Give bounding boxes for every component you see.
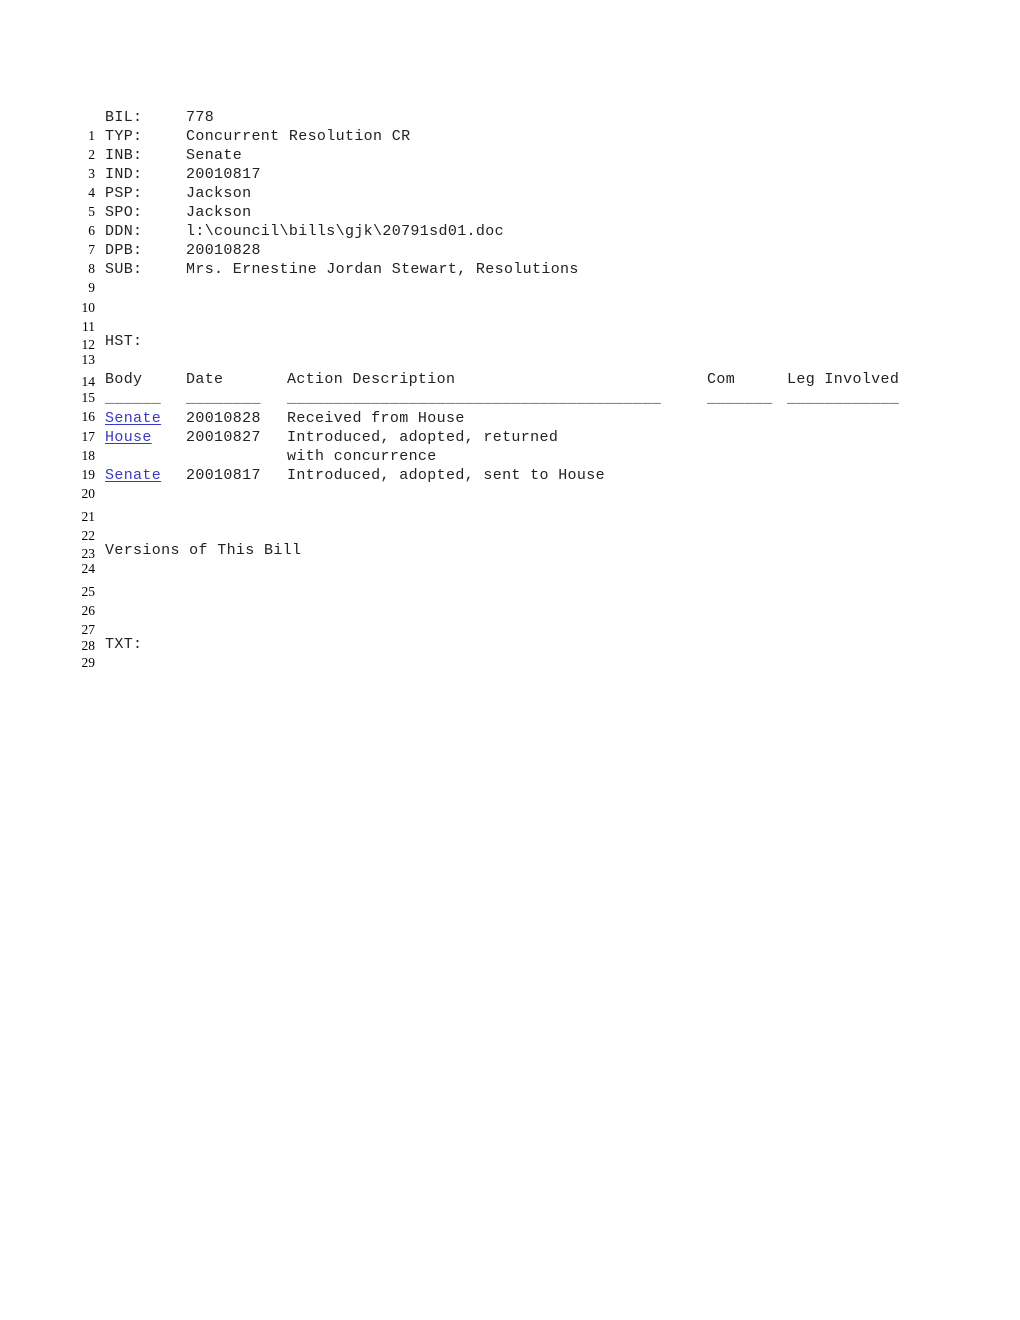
field-value-ind: 20010817 [186, 166, 261, 183]
field-label-ddn: DDN: [105, 223, 143, 240]
column-separator-com: _______ [707, 390, 773, 407]
cell-date: 20010827 [186, 429, 261, 446]
field-value-ddn: l:\council\bills\gjk\20791sd01.doc [186, 223, 504, 240]
cell-body[interactable]: House [105, 430, 152, 446]
cell-action: Introduced, adopted, returned [287, 429, 559, 446]
history-table-header-row: 15 Body Date Action Description Com Leg … [0, 371, 1020, 406]
field-value-inb: Senate [186, 147, 243, 164]
doc-line: 7 DDN: l:\council\bills\gjk\20791sd01.do… [0, 223, 1020, 258]
doc-line: 2 TYP: Concurrent Resolution CR [0, 128, 1020, 163]
doc-line: 13 HST: [0, 333, 1020, 368]
column-header-com: Com [707, 371, 736, 388]
doc-line-blank: 26 [0, 585, 1020, 618]
table-row: 18 House 20010827 Introduced, adopted, r… [0, 429, 1020, 464]
history-section-label: HST: [105, 333, 143, 350]
body-link-senate[interactable]: Senate [105, 410, 161, 427]
field-label-sub: SUB: [105, 261, 143, 278]
document-page: 1 BIL: 778 2 TYP: Concurrent Resolution … [0, 0, 1020, 1320]
column-separator-leg: ____________ [787, 390, 900, 407]
field-value-bil: 778 [186, 109, 215, 126]
field-label-typ: TYP: [105, 128, 143, 145]
doc-line: 29 TXT: [0, 636, 1020, 671]
field-value-dpb: 20010828 [186, 242, 261, 259]
column-separator-body: ______ [105, 390, 162, 407]
doc-line-blank: 22 [0, 510, 1020, 543]
doc-line: 6 SPO: Jackson [0, 204, 1020, 239]
line-number: 29 [81, 655, 96, 670]
table-row: 20 Senate 20010817 Introduced, adopted, … [0, 467, 1020, 502]
doc-line-blank: 21 [0, 491, 1020, 524]
doc-line-blank: 25 [0, 566, 1020, 599]
field-value-spo: Jackson [186, 204, 252, 221]
column-separator-date: ________ [186, 390, 261, 407]
table-row: 17 Senate 20010828 Received from House [0, 410, 1020, 445]
column-header-date: Date [186, 371, 224, 388]
versions-heading: Versions of This Bill [105, 542, 302, 559]
cell-body[interactable]: Senate [105, 468, 161, 484]
doc-line: 4 IND: 20010817 [0, 166, 1020, 201]
doc-line-blank: 10 [0, 282, 1020, 315]
field-value-typ: Concurrent Resolution CR [186, 128, 411, 145]
cell-date: 20010828 [186, 410, 261, 427]
doc-line: 24 Versions of This Bill [0, 542, 1020, 577]
cell-date: 20010817 [186, 467, 261, 484]
body-link-senate[interactable]: Senate [105, 467, 161, 484]
history-table-separator-row: 16 ______ ________ _____________________… [0, 390, 1020, 425]
field-label-psp: PSP: [105, 185, 143, 202]
text-section-label: TXT: [105, 636, 143, 653]
column-header-leg: Leg Involved [787, 371, 900, 388]
doc-line: 5 PSP: Jackson [0, 185, 1020, 220]
field-label-inb: INB: [105, 147, 143, 164]
field-label-dpb: DPB: [105, 242, 143, 259]
field-label-ind: IND: [105, 166, 143, 183]
column-separator-action: ________________________________________ [287, 390, 662, 407]
cell-body[interactable]: Senate [105, 411, 161, 427]
doc-line: 1 BIL: 778 [0, 109, 1020, 144]
field-value-psp: Jackson [186, 185, 252, 202]
doc-line: 3 INB: Senate [0, 147, 1020, 182]
cell-action-continued: with concurrence [287, 448, 437, 465]
field-value-sub: Mrs. Ernestine Jordan Stewart, Resolutio… [186, 261, 579, 278]
body-link-house[interactable]: House [105, 429, 152, 446]
doc-line: 9 SUB: Mrs. Ernestine Jordan Stewart, Re… [0, 261, 1020, 296]
cell-action: Received from House [287, 410, 465, 427]
cell-action: Introduced, adopted, sent to House [287, 467, 605, 484]
doc-line-blank: 11 [0, 301, 1020, 334]
field-label-spo: SPO: [105, 204, 143, 221]
column-header-action: Action Description [287, 371, 456, 388]
doc-line: 8 DPB: 20010828 [0, 242, 1020, 277]
table-row-continuation: 19 with concurrence [0, 448, 1020, 483]
field-label-bil: BIL: [105, 109, 143, 126]
column-header-body: Body [105, 371, 143, 388]
